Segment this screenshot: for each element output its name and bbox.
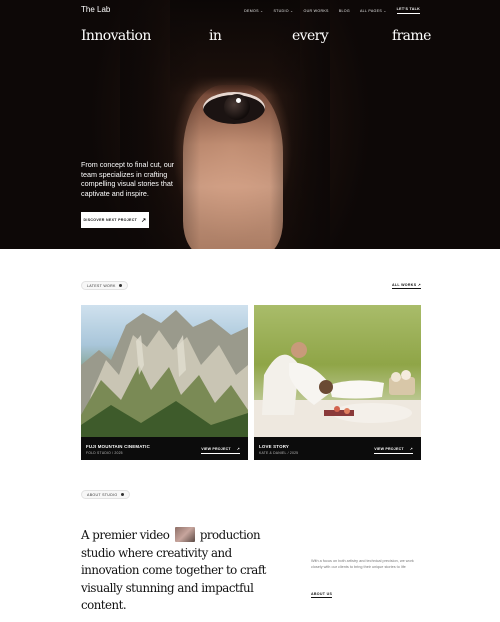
couple-illustration	[254, 342, 421, 437]
project-title: LOVE STORY	[259, 444, 290, 449]
project-card[interactable]: LOVE STORY KATE & DANIEL / 2025 VIEW PRO…	[254, 305, 421, 460]
headline-word: Innovation	[81, 28, 151, 44]
dot-icon	[118, 284, 122, 287]
latest-work-label: LATEST WORK	[81, 281, 128, 290]
headline-word: every	[292, 28, 329, 44]
link-label: VIEW PROJECT	[374, 447, 404, 451]
nav-menu: DEMOS ⌄ STUDIO ⌄ OUR WORKS BLOG ALL PAGE…	[244, 7, 420, 14]
lets-talk-link[interactable]: LET'S TALK	[396, 7, 420, 14]
view-project-link[interactable]: VIEW PROJECT ↗	[374, 447, 413, 454]
hero-eye-glint	[236, 98, 241, 103]
arrow-icon: ↗	[409, 447, 413, 451]
hero-section: The Lab DEMOS ⌄ STUDIO ⌄ OUR WORKS BLOG …	[0, 0, 500, 249]
project-footer: FUJI MOUNTAIN CINEMATIC FOLD STUDIO / 20…	[81, 437, 248, 460]
hero-description: From concept to final cut, our team spec…	[81, 160, 175, 198]
nav-item-all-pages[interactable]: ALL PAGES ⌄	[360, 9, 387, 13]
statement-part: A premier video	[81, 528, 170, 542]
project-subtitle: FOLD STUDIO / 2025	[86, 451, 123, 455]
hero-headline: Innovation in every frame	[81, 28, 431, 48]
brand-logo[interactable]: The Lab	[81, 5, 110, 14]
project-title: FUJI MOUNTAIN CINEMATIC	[86, 444, 150, 449]
top-navigation: The Lab DEMOS ⌄ STUDIO ⌄ OUR WORKS BLOG …	[0, 0, 500, 22]
view-project-link[interactable]: VIEW PROJECT ↗	[201, 447, 240, 454]
arrow-icon: ↗	[141, 217, 147, 224]
nav-item-demos[interactable]: DEMOS ⌄	[244, 9, 263, 13]
dot-icon	[120, 493, 124, 496]
all-works-link[interactable]: ALL WORKS ↗	[392, 283, 422, 289]
mountain-illustration	[81, 310, 248, 437]
headline-word: in	[209, 28, 222, 44]
portrait-thumbnail	[174, 527, 195, 542]
arrow-icon: ↗	[236, 447, 240, 451]
about-us-link[interactable]: ABOUT US	[311, 592, 333, 598]
nav-item-blog[interactable]: BLOG	[339, 9, 350, 13]
project-subtitle: KATE & DANIEL / 2025	[259, 451, 299, 455]
about-studio-label: ABOUT STUDIO	[81, 490, 130, 499]
project-image-couple	[254, 305, 421, 437]
button-label: DISCOVER NEXT PROJECT	[83, 218, 138, 222]
about-description: With a focus on both artistry and techni…	[311, 559, 414, 569]
nav-item-studio[interactable]: STUDIO ⌄	[273, 9, 293, 13]
project-footer: LOVE STORY KATE & DANIEL / 2025 VIEW PRO…	[254, 437, 421, 460]
headline-word: frame	[392, 28, 431, 44]
project-card[interactable]: FUJI MOUNTAIN CINEMATIC FOLD STUDIO / 20…	[81, 305, 248, 460]
nav-item-our-works[interactable]: OUR WORKS	[303, 9, 328, 13]
nav-item-label: DEMOS	[244, 8, 259, 13]
project-image-mountain	[81, 305, 248, 437]
nav-item-label: ALL PAGES	[359, 8, 383, 13]
link-label: VIEW PROJECT	[201, 447, 231, 451]
section-label-text: LATEST WORK	[87, 283, 116, 288]
discover-project-button[interactable]: DISCOVER NEXT PROJECT ↗	[81, 212, 149, 228]
nav-item-label: STUDIO	[273, 8, 289, 13]
section-label-text: ABOUT STUDIO	[87, 492, 118, 497]
studio-statement: A premier video production studio where …	[81, 527, 281, 615]
link-label: ALL WORKS	[392, 283, 417, 287]
